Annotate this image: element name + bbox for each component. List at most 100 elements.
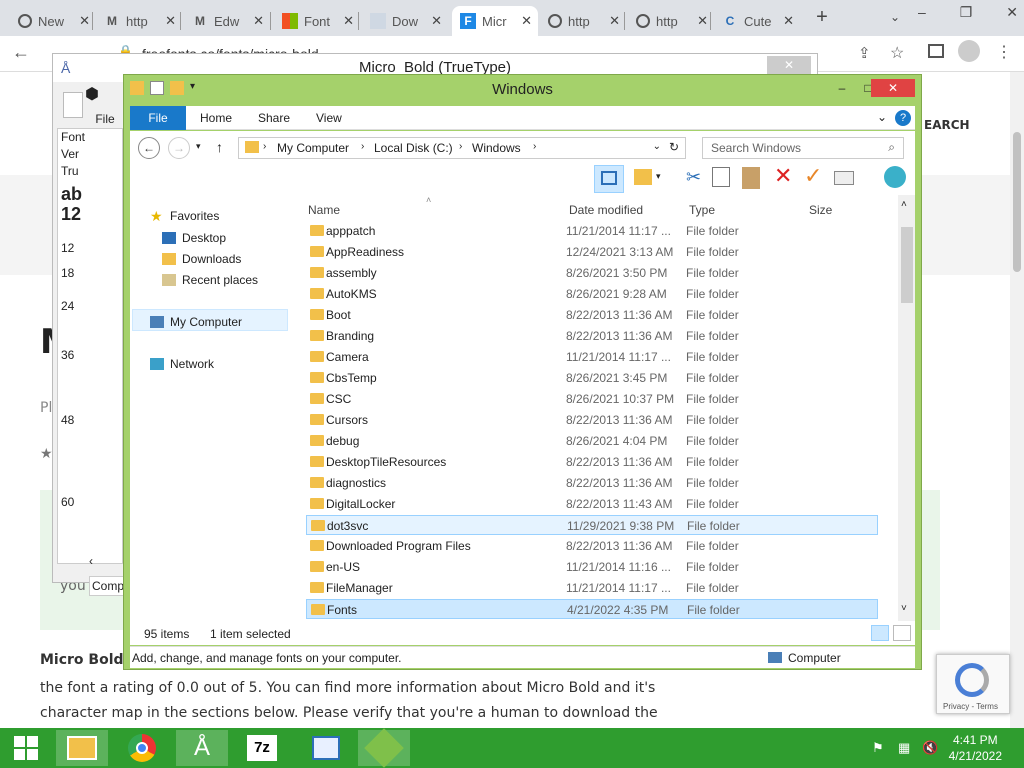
file-row[interactable]: CSC 8/26/2021 10:37 PM File folder <box>306 389 878 409</box>
file-row[interactable]: Boot 8/22/2013 11:36 AM File folder <box>306 305 878 325</box>
browser-tab[interactable]: Mhttp ✕ <box>96 6 182 36</box>
breadcrumb-my-computer[interactable]: My Computer <box>277 141 349 155</box>
organize-dropdown-icon[interactable]: ▾ <box>656 171 661 182</box>
side-panel-icon[interactable] <box>928 44 944 58</box>
nav-network[interactable]: Network <box>150 357 214 371</box>
file-row[interactable]: Cursors 8/22/2013 11:36 AM File folder <box>306 410 878 430</box>
organize-icon[interactable] <box>634 169 652 185</box>
browser-tab[interactable]: C Cute ✕ <box>714 6 800 36</box>
print-button[interactable] <box>63 92 83 118</box>
close-tab-icon[interactable]: ✕ <box>609 13 620 29</box>
file-row[interactable]: assembly 8/26/2021 3:50 PM File folder <box>306 263 878 283</box>
taskbar-installer[interactable] <box>358 728 410 768</box>
breadcrumb-chevron-icon[interactable]: › <box>361 141 364 152</box>
refresh-icon[interactable]: ↻ <box>669 140 679 154</box>
search-icon[interactable]: ⌕ <box>888 140 895 155</box>
up-button[interactable]: ↑ <box>216 139 223 155</box>
breadcrumb-local-disk[interactable]: Local Disk (C:) <box>374 141 453 155</box>
file-row[interactable]: CbsTemp 8/26/2021 3:45 PM File folder <box>306 368 878 388</box>
cut-icon[interactable]: ✂ <box>686 167 701 188</box>
browser-tab[interactable]: http ✕ <box>540 6 626 36</box>
paste-icon[interactable] <box>742 167 760 189</box>
forward-button[interactable]: → <box>168 137 190 159</box>
file-row[interactable]: dot3svc 11/29/2021 9:38 PM File folder <box>306 515 878 535</box>
close-icon[interactable]: ✕ <box>1006 4 1018 21</box>
large-icons-view-icon[interactable] <box>893 625 911 641</box>
scroll-down-icon[interactable]: ˅ <box>901 603 907 614</box>
taskbar-file-explorer[interactable] <box>56 730 108 766</box>
breadcrumb-chevron-icon[interactable]: › <box>533 141 536 152</box>
nav-favorites[interactable]: ★ Favorites <box>150 209 219 223</box>
scroll-thumb[interactable] <box>901 227 913 303</box>
address-bar[interactable]: › My Computer › Local Disk (C:) › Window… <box>238 137 686 159</box>
page-scrollbar[interactable] <box>1010 72 1024 728</box>
browser-tab[interactable]: http ✕ <box>628 6 714 36</box>
customize-icon[interactable]: ▾ <box>190 81 195 99</box>
ribbon-expand-icon[interactable]: ⌄ <box>877 110 887 124</box>
list-scrollbar[interactable]: ˄ ˅ <box>898 195 915 621</box>
action-center-flag-icon[interactable]: ⚑ <box>872 740 884 756</box>
tab-share[interactable]: Share <box>248 106 300 130</box>
copy-icon[interactable] <box>712 167 730 187</box>
taskbar-7zip[interactable]: 7z <box>236 730 288 766</box>
file-menu[interactable]: File <box>87 112 123 128</box>
file-row[interactable]: apppatch 11/21/2014 11:17 ... File folder <box>306 221 878 241</box>
file-row[interactable]: debug 8/26/2021 4:04 PM File folder <box>306 431 878 451</box>
nav-downloads[interactable]: Downloads <box>162 252 241 266</box>
close-tab-icon[interactable]: ✕ <box>343 13 354 29</box>
close-tab-icon[interactable]: ✕ <box>783 13 794 29</box>
close-tab-icon[interactable]: ✕ <box>165 13 176 29</box>
column-date[interactable]: Date modified <box>569 203 643 217</box>
column-name[interactable]: Name <box>308 203 340 217</box>
file-row[interactable]: DigitalLocker 8/22/2013 11:43 AM File fold… <box>306 494 878 514</box>
search-box[interactable]: Search Windows ⌕ <box>702 137 904 159</box>
bookmark-star-icon[interactable]: ☆ <box>890 43 904 63</box>
nav-recent-places[interactable]: Recent places <box>162 273 258 287</box>
file-row[interactable]: AppReadiness 12/24/2021 3:13 AM File folde… <box>306 242 878 262</box>
back-button[interactable]: ← <box>138 137 160 159</box>
install-icon[interactable]: ⬢ <box>85 84 99 104</box>
scroll-left-icon[interactable]: ‹ <box>89 554 93 568</box>
back-arrow-icon[interactable]: ← <box>12 42 30 63</box>
rename-icon[interactable] <box>834 171 854 185</box>
browser-tab[interactable]: Font ✕ <box>274 6 360 36</box>
tab-view[interactable]: View <box>306 106 352 130</box>
tab-file[interactable]: File <box>130 106 186 130</box>
close-tab-icon[interactable]: ✕ <box>253 13 264 29</box>
close-tab-icon[interactable]: ✕ <box>431 13 442 29</box>
file-row[interactable]: AutoKMS 8/26/2021 9:28 AM File folder <box>306 284 878 304</box>
font-viewer-close-button[interactable]: ✕ <box>767 56 811 74</box>
column-size[interactable]: Size <box>809 203 832 217</box>
breadcrumb-chevron-icon[interactable]: › <box>459 141 462 152</box>
browser-tab[interactable]: M Edw ✕ <box>184 6 270 36</box>
file-row[interactable]: Camera 11/21/2014 11:17 ... File folder <box>306 347 878 367</box>
details-view-icon[interactable] <box>871 625 889 641</box>
browser-tab[interactable]: Dow ✕ <box>362 6 448 36</box>
tab-search-chevron-icon[interactable]: ⌄ <box>890 10 900 24</box>
address-dropdown-icon[interactable]: ⌄ <box>653 141 661 152</box>
preview-pane-icon[interactable] <box>594 165 624 193</box>
breadcrumb-windows[interactable]: Windows <box>472 141 521 155</box>
recaptcha-links[interactable]: Privacy - Terms <box>943 702 998 711</box>
clock[interactable]: 4:41 PM 4/21/2022 <box>949 732 1002 764</box>
file-row[interactable]: en-US 11/21/2014 11:16 ... File folder <box>306 557 878 577</box>
browser-tab[interactable]: F Micr ✕ <box>452 6 538 36</box>
file-row[interactable]: Branding 8/22/2013 11:36 AM File folder <box>306 326 878 346</box>
close-tab-icon[interactable]: ✕ <box>79 13 90 29</box>
profile-avatar-icon[interactable] <box>958 40 980 62</box>
recaptcha-badge[interactable]: Privacy - Terms <box>936 654 1010 714</box>
file-row[interactable]: diagnostics 8/22/2013 11:36 AM File folder <box>306 473 878 493</box>
new-tab-button[interactable]: + <box>810 6 834 30</box>
close-tab-icon[interactable]: ✕ <box>697 13 708 29</box>
taskbar-app[interactable] <box>300 730 352 766</box>
file-row[interactable]: FileManager 11/21/2014 11:17 ... File fold… <box>306 578 878 598</box>
delete-icon[interactable]: ✕ <box>774 163 792 189</box>
breadcrumb-chevron-icon[interactable]: › <box>263 141 266 152</box>
taskbar-font-viewer[interactable]: Å <box>176 730 228 766</box>
scroll-up-icon[interactable]: ˄ <box>901 199 907 210</box>
minimize-button[interactable]: – <box>829 79 855 97</box>
file-row[interactable]: DesktopTileResources 8/22/2013 11:36 AM Fi… <box>306 452 878 472</box>
volume-muted-icon[interactable]: 🔇 <box>922 740 938 756</box>
network-status-icon[interactable]: ▦ <box>898 740 910 756</box>
minimize-icon[interactable]: – <box>918 4 926 21</box>
